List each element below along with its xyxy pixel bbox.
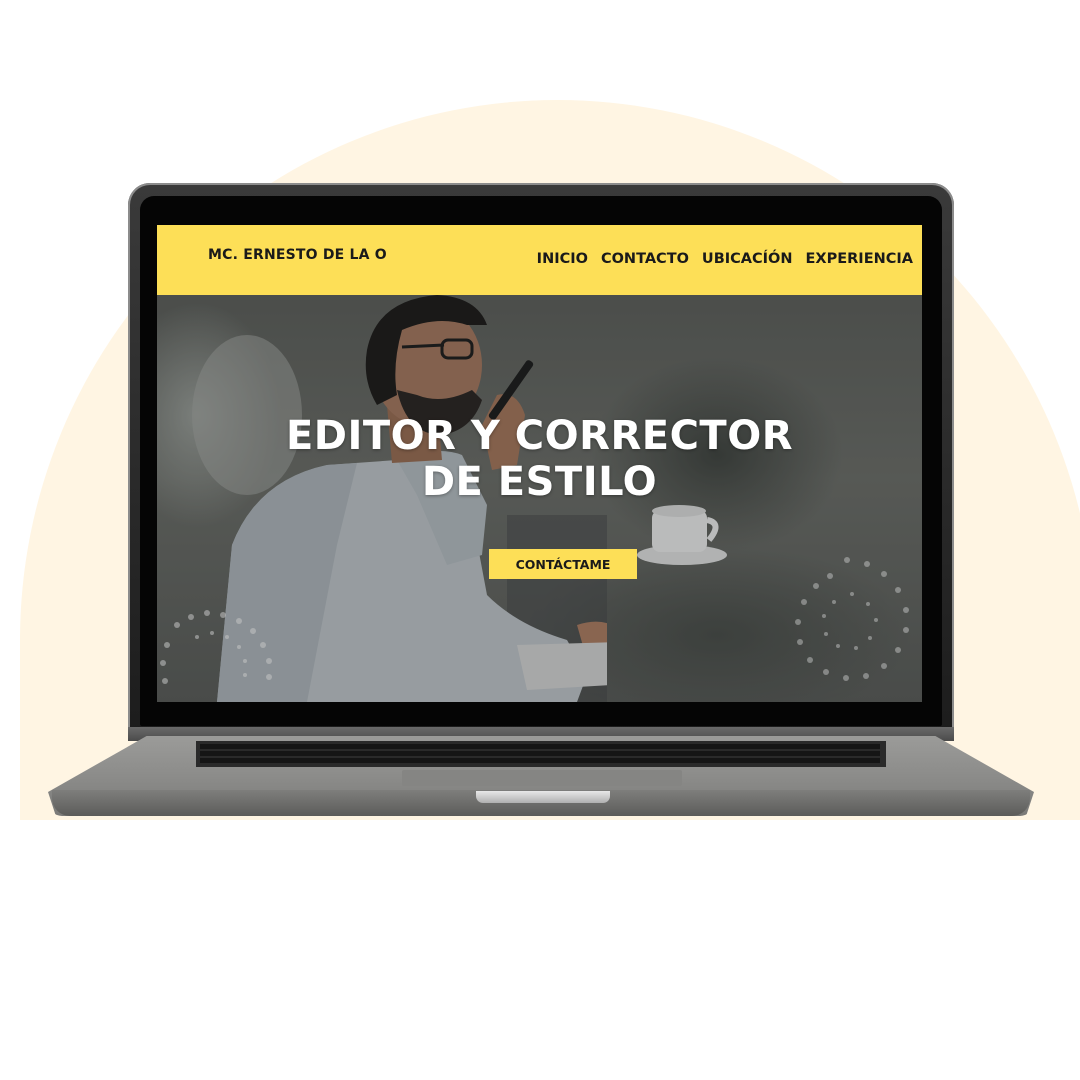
hero-title-line-2: DE ESTILO [421,459,658,505]
site-nav: INICIO CONTACTO UBICACÍÓN EXPERIENCIA [537,251,913,267]
keyboard [196,741,886,767]
nav-link-ubicacion[interactable]: UBICACÍÓN [702,251,793,267]
mockup-stage: EDITOR Y CORRECTOR DE ESTILO CONTÁCTAME … [0,0,1080,1080]
hero-title: EDITOR Y CORRECTOR DE ESTILO [157,413,922,505]
hero-title-line-1: EDITOR Y CORRECTOR [285,413,794,459]
background-bottom [0,820,1080,1080]
nav-link-inicio[interactable]: INICIO [537,251,588,267]
trackpad [402,770,682,786]
nav-link-experiencia[interactable]: EXPERIENCIA [806,251,913,267]
nav-link-contacto[interactable]: CONTACTO [601,251,689,267]
laptop-screen: EDITOR Y CORRECTOR DE ESTILO CONTÁCTAME … [157,225,922,702]
site-header: MC. ERNESTO DE LA O INICIO CONTACTO UBIC… [157,225,922,295]
contact-me-button[interactable]: CONTÁCTAME [489,549,637,579]
laptop-notch [476,791,610,803]
hero-section: EDITOR Y CORRECTOR DE ESTILO CONTÁCTAME [157,295,922,702]
site-logo[interactable]: MC. ERNESTO DE LA O [208,247,387,263]
